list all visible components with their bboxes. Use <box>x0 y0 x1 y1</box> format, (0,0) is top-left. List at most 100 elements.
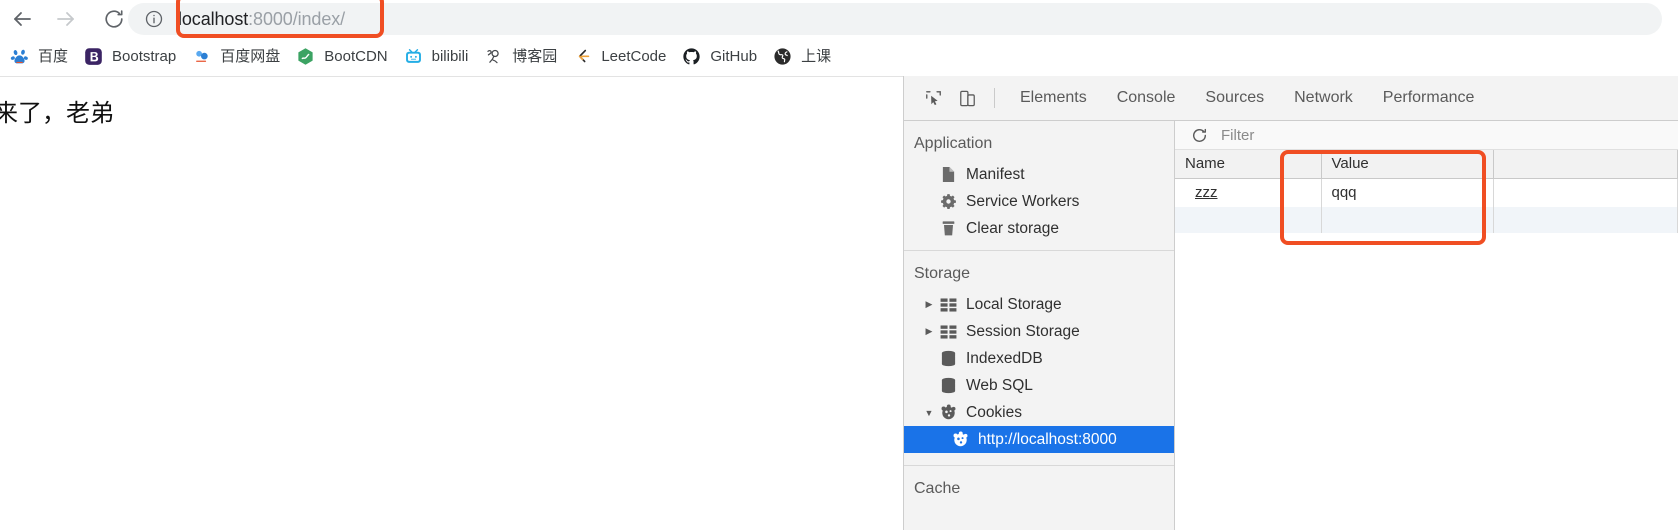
info-circle-icon[interactable] <box>144 9 164 29</box>
trash-icon <box>938 220 958 238</box>
bookmarks-bar: 百度 Bootstrap 百度网盘 BootCDN bilibili 博客园 L… <box>0 38 1678 76</box>
cell-value[interactable]: qqq <box>1321 178 1494 207</box>
sidebar-item-web-sql[interactable]: ▶ Web SQL <box>904 372 1174 399</box>
sidebar-item-label: Session Storage <box>966 322 1080 340</box>
devtools-panel: Elements Console Sources Network Perform… <box>903 76 1678 530</box>
sidebar-item-label: Manifest <box>966 165 1025 183</box>
bookmark-label: 百度 <box>38 48 69 65</box>
bookmark-label: GitHub <box>710 48 758 65</box>
column-header-extra[interactable] <box>1493 150 1678 179</box>
database-icon <box>938 377 958 395</box>
chevron-right-icon[interactable]: ▶ <box>922 325 936 339</box>
bookmark-label: 博客园 <box>512 48 558 65</box>
bookmark-label: BootCDN <box>324 48 388 65</box>
leetcode-icon <box>573 47 592 66</box>
page-viewport: 来了，老弟 <box>0 76 903 530</box>
arrow-right-icon <box>57 12 74 26</box>
sidebar-item-label: Local Storage <box>966 295 1062 313</box>
cnblogs-icon <box>484 47 503 66</box>
devtools-body: Application ▶ Manifest ▶ <box>904 121 1678 530</box>
bookmark-label: LeetCode <box>601 48 667 65</box>
tab-sources[interactable]: Sources <box>1190 76 1279 120</box>
device-toolbar-icon[interactable] <box>950 83 984 113</box>
sidebar-item-cookie-origin[interactable]: http://localhost:8000 <box>904 426 1174 453</box>
sidebar-item-service-workers[interactable]: ▶ Service Workers <box>904 188 1174 215</box>
bootstrap-b-icon <box>84 47 103 66</box>
cell-extra[interactable] <box>1493 207 1678 233</box>
bookmark-baidu[interactable]: 百度 <box>2 42 76 72</box>
filter-input[interactable] <box>1221 124 1421 146</box>
sidebar-item-manifest[interactable]: ▶ Manifest <box>904 161 1174 188</box>
cell-name[interactable] <box>1175 207 1322 233</box>
cookie-icon <box>938 404 958 422</box>
chevron-right-icon[interactable]: ▶ <box>922 298 936 312</box>
github-cat-icon <box>682 47 701 66</box>
table-row-empty[interactable] <box>1175 207 1678 233</box>
column-header-value[interactable]: Value <box>1321 150 1494 179</box>
sidebar-item-label: IndexedDB <box>966 349 1043 367</box>
browser-toolbar: localhost:8000/index/ <box>0 0 1678 38</box>
bookmark-bootcdn[interactable]: BootCDN <box>288 42 395 72</box>
url-host: localhost <box>178 8 249 29</box>
baidu-paw-icon <box>10 47 29 66</box>
cookies-filter-bar <box>1175 121 1678 150</box>
application-sidebar: Application ▶ Manifest ▶ <box>904 121 1175 530</box>
table-grid-icon <box>938 323 958 341</box>
sidebar-item-session-storage[interactable]: ▶ Session Storage <box>904 318 1174 345</box>
toolbar-divider <box>994 88 995 108</box>
sidebar-group-cache: Cache <box>914 480 961 497</box>
table-header-row: Name Value <box>1175 150 1678 179</box>
cookies-table: Name Value zzz qqq <box>1175 150 1678 233</box>
chevron-down-icon[interactable]: ▼ <box>922 406 936 420</box>
bookmark-github[interactable]: GitHub <box>674 42 765 72</box>
sidebar-item-clear-storage[interactable]: ▶ Clear storage <box>904 215 1174 242</box>
sidebar-item-local-storage[interactable]: ▶ Local Storage <box>904 291 1174 318</box>
devtools-tabbar: Elements Console Sources Network Perform… <box>904 76 1678 121</box>
cell-extra[interactable] <box>1493 178 1678 207</box>
address-bar[interactable]: localhost:8000/index/ <box>128 3 1662 35</box>
sidebar-item-label: Web SQL <box>966 376 1033 394</box>
page-body-text: 来了，老弟 <box>0 99 114 127</box>
bookmark-label: bilibili <box>431 48 469 65</box>
bookmark-label: 上课 <box>801 48 832 65</box>
baidu-pan-cloud-icon <box>192 47 211 66</box>
inspect-element-icon[interactable] <box>916 83 950 113</box>
column-header-name[interactable]: Name <box>1175 150 1322 179</box>
bookmark-baidu-pan[interactable]: 百度网盘 <box>184 42 288 72</box>
cookie-icon <box>950 431 970 449</box>
tab-performance[interactable]: Performance <box>1368 76 1490 120</box>
sidebar-item-cookies[interactable]: ▼ Cookies <box>904 399 1174 426</box>
reload-icon <box>105 10 123 28</box>
bookmark-label: Bootstrap <box>112 48 177 65</box>
sidebar-group-storage: Storage <box>914 265 971 282</box>
globe-icon <box>773 47 792 66</box>
sidebar-item-indexeddb[interactable]: ▶ IndexedDB <box>904 345 1174 372</box>
browser-window: localhost:8000/index/ 百度 Bootstrap 百度网盘 … <box>0 0 1678 530</box>
bookmark-label: 百度网盘 <box>220 48 281 65</box>
tab-console[interactable]: Console <box>1102 76 1191 120</box>
forward-button[interactable] <box>44 0 88 38</box>
document-icon <box>938 166 958 184</box>
bookmark-cnblogs[interactable]: 博客园 <box>476 42 565 72</box>
database-icon <box>938 350 958 368</box>
table-row[interactable]: zzz qqq <box>1175 178 1678 207</box>
cell-value[interactable] <box>1321 207 1494 233</box>
sidebar-group-application: Application <box>914 135 993 152</box>
tab-elements[interactable]: Elements <box>1005 76 1102 120</box>
refresh-icon[interactable] <box>1187 124 1211 146</box>
url-text[interactable]: localhost:8000/index/ <box>178 9 345 30</box>
sidebar-item-label: http://localhost:8000 <box>978 430 1117 448</box>
sidebar-item-label: Clear storage <box>966 219 1060 237</box>
cell-name[interactable]: zzz <box>1175 178 1322 207</box>
back-button[interactable] <box>0 0 44 38</box>
bookmark-shangke[interactable]: 上课 <box>765 42 839 72</box>
sidebar-item-label: Cookies <box>966 403 1022 421</box>
tab-network[interactable]: Network <box>1279 76 1368 120</box>
bookmark-leetcode[interactable]: LeetCode <box>565 42 674 72</box>
sidebar-item-label: Service Workers <box>966 192 1080 210</box>
bookmark-bilibili[interactable]: bilibili <box>396 42 477 72</box>
bookmark-bootstrap[interactable]: Bootstrap <box>76 42 184 72</box>
gear-icon <box>938 193 958 211</box>
bootcdn-hexagon-icon <box>296 47 315 66</box>
arrow-left-icon <box>14 12 31 26</box>
